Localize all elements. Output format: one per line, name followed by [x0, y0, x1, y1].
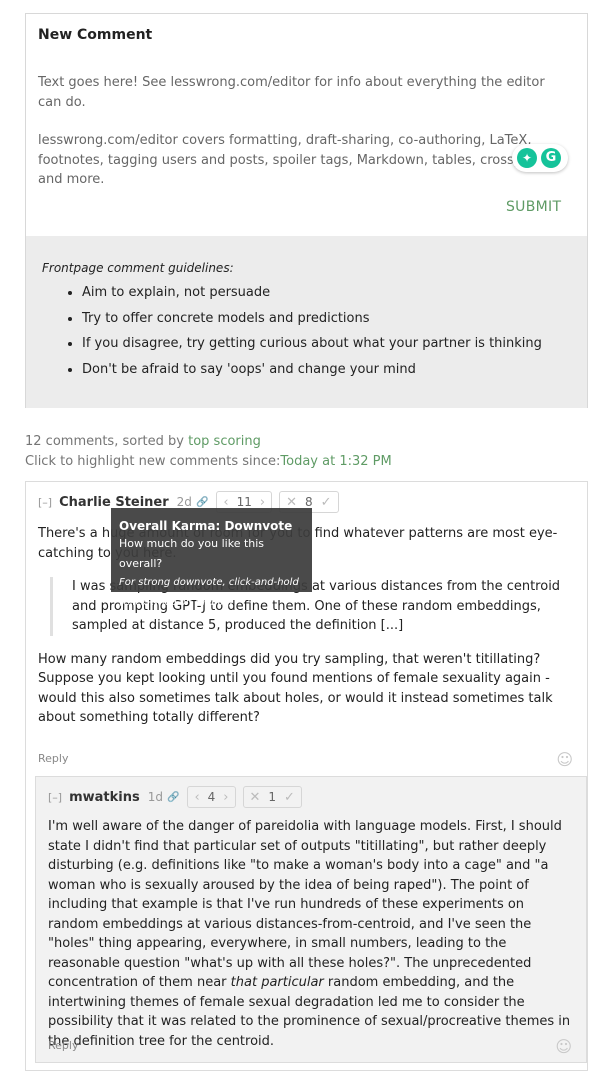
collapse-toggle[interactable]: [–]: [48, 791, 62, 804]
submit-button[interactable]: SUBMIT: [506, 199, 561, 215]
agreement-score: 1: [268, 790, 277, 804]
sort-link[interactable]: top scoring: [188, 434, 261, 449]
karma-score: 4: [207, 790, 216, 804]
tooltip-title: Overall Karma: Downvote: [119, 519, 293, 533]
new-comment-box: New Comment Text goes here! See lesswron…: [25, 13, 588, 408]
comment-paragraph: How many random embeddings did you try s…: [38, 651, 553, 726]
guidelines-list: Aim to explain, not persuade Try to offe…: [26, 280, 542, 382]
tooltip-hint: For strong downvote, click-and-hold: [119, 577, 299, 588]
guideline-item: Try to offer concrete models and predict…: [82, 306, 542, 332]
editor-placeholder-line1: Text goes here! See lesswrong.com/editor…: [38, 75, 545, 110]
downvote-arrow-icon[interactable]: ‹: [194, 790, 199, 805]
bulb-icon[interactable]: ✦: [517, 148, 537, 168]
guideline-item: Don't be afraid to say 'oops' and change…: [82, 357, 542, 383]
agree-icon[interactable]: ✓: [284, 790, 295, 805]
agree-icon[interactable]: ✓: [321, 495, 332, 510]
editor-placeholder-line2: lesswrong.com/editor covers formatting, …: [38, 133, 567, 187]
link-icon[interactable]: 🔗: [196, 497, 208, 508]
reply-button[interactable]: Reply: [38, 752, 68, 765]
comment-editor[interactable]: Text goes here! See lesswrong.com/editor…: [38, 73, 568, 209]
agreement-score: 8: [304, 495, 313, 509]
karma-vote: ‹ 4 ›: [187, 786, 236, 808]
comment-author[interactable]: mwatkins: [69, 790, 140, 805]
grammarly-icon[interactable]: G: [541, 148, 561, 168]
agreement-vote: ✕ 1 ✓: [242, 786, 302, 808]
reply-button[interactable]: Reply: [48, 1039, 78, 1052]
tooltip-question: How much do you like this overall?: [119, 537, 265, 570]
highlight-since-link[interactable]: Today at 1:32 PM: [280, 454, 391, 469]
karma-tooltip: Overall Karma: Downvote How much do you …: [111, 508, 312, 608]
guideline-item: Aim to explain, not persuade: [82, 280, 542, 306]
guideline-item: If you disagree, try getting curious abo…: [82, 331, 542, 357]
reply-text-part: I'm well aware of the danger of pareidol…: [48, 819, 562, 990]
comment-date[interactable]: 2d: [177, 495, 192, 509]
comment-date[interactable]: 1d: [148, 790, 163, 804]
collapse-toggle[interactable]: [–]: [38, 496, 52, 509]
comment-count: 12 comments, sorted by: [25, 434, 189, 449]
comment-body: I'm well aware of the danger of pareidol…: [48, 817, 576, 1051]
add-reaction-icon[interactable]: ☺: [556, 750, 573, 769]
add-reaction-icon[interactable]: ☺: [555, 1037, 572, 1056]
comment-header: [–] mwatkins 1d 🔗 ‹ 4 › ✕ 1 ✓: [48, 786, 309, 808]
disagree-icon[interactable]: ✕: [250, 790, 261, 805]
comment-paragraph: I'm well aware of the danger of pareidol…: [48, 817, 576, 1051]
link-icon[interactable]: 🔗: [167, 792, 179, 803]
upvote-arrow-icon[interactable]: ›: [223, 790, 228, 805]
tooltip-hint: (Click twice on mobile): [119, 596, 234, 608]
new-comment-title: New Comment: [38, 27, 153, 43]
comment-guidelines: Frontpage comment guidelines: Aim to exp…: [26, 236, 587, 408]
reply-text-emphasis: that particular: [230, 975, 324, 990]
reply-comment: [–] mwatkins 1d 🔗 ‹ 4 › ✕ 1 ✓ I'm well a…: [35, 776, 587, 1063]
highlight-label: Click to highlight new comments since:: [25, 453, 281, 469]
grammarly-widget[interactable]: ✦ G: [512, 144, 568, 172]
comments-summary: 12 comments, sorted by top scoring Click…: [25, 432, 392, 471]
guidelines-title: Frontpage comment guidelines:: [42, 261, 234, 275]
karma-score: 11: [236, 495, 252, 509]
